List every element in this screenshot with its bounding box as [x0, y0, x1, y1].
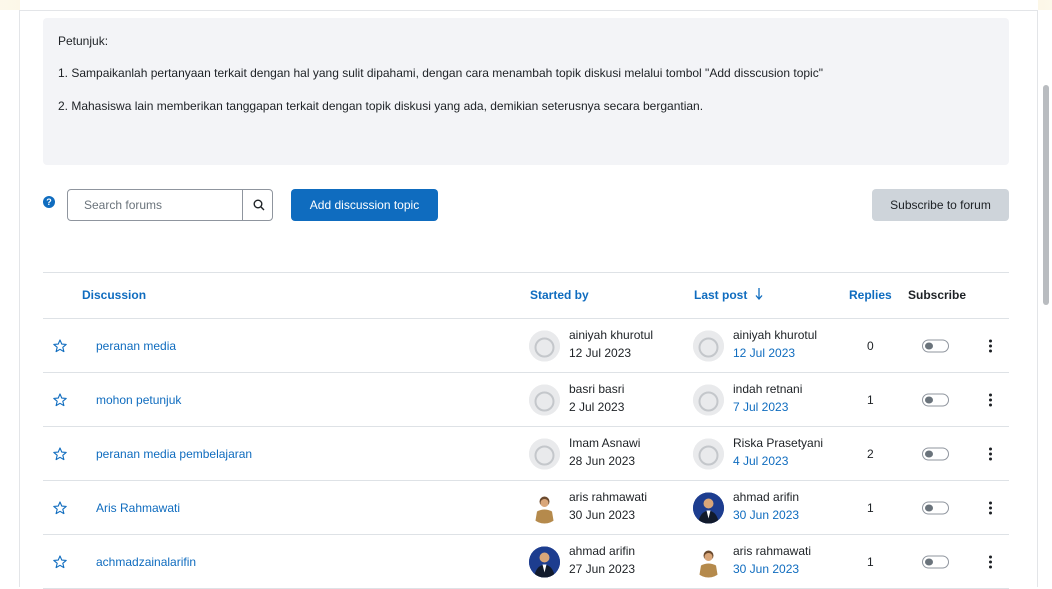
- started-by-name[interactable]: basri basri: [569, 382, 624, 396]
- last-post-date[interactable]: 30 Jun 2023: [733, 562, 799, 576]
- avatar-placeholder-icon: [529, 330, 560, 361]
- started-date: 2 Jul 2023: [569, 400, 625, 414]
- avatar[interactable]: [693, 492, 724, 523]
- kebab-menu-icon[interactable]: [989, 555, 993, 568]
- discussion-link[interactable]: mohon petunjuk: [96, 393, 181, 407]
- user-photo-icon: [693, 546, 724, 577]
- star-icon[interactable]: [53, 338, 67, 353]
- avatar-placeholder-icon: [693, 384, 724, 415]
- instructions-box: Petunjuk: 1. Sampaikanlah pertanyaan ter…: [43, 18, 1009, 165]
- avatar-placeholder-icon: [693, 330, 724, 361]
- discussion-link[interactable]: achmadzainalarifin: [96, 555, 196, 569]
- page-scrollbar[interactable]: [1043, 85, 1049, 305]
- search-icon: [253, 199, 264, 211]
- avatar-placeholder-icon: [529, 384, 560, 415]
- column-header-last-post[interactable]: Last post: [694, 288, 763, 302]
- instructions-heading: Petunjuk:: [58, 34, 109, 48]
- started-date: 27 Jun 2023: [569, 562, 636, 576]
- column-header-replies[interactable]: Replies: [849, 288, 892, 302]
- sort-down-icon: [755, 288, 763, 300]
- reply-count: 1: [867, 392, 874, 407]
- started-by-name[interactable]: ahmad arifin: [569, 544, 635, 558]
- table-top-divider: [43, 272, 1009, 273]
- table-row: achmadzainalarifin ahmad arifin 27 Jun 2…: [43, 535, 1009, 589]
- instruction-line-1: 1. Sampaikanlah pertanyaan terkait denga…: [58, 66, 823, 80]
- help-icon[interactable]: ?: [43, 196, 55, 208]
- avatar-placeholder-icon: [693, 438, 724, 469]
- avatar-placeholder-icon: [529, 438, 560, 469]
- avatar[interactable]: [693, 546, 724, 577]
- reply-count: 0: [867, 338, 874, 353]
- search-button[interactable]: [242, 190, 274, 220]
- table-row: Aris Rahmawati aris rahmawati 30 Jun 202…: [43, 481, 1009, 535]
- started-date: 28 Jun 2023: [569, 454, 636, 468]
- star-icon[interactable]: [53, 392, 67, 407]
- column-header-started-by[interactable]: Started by: [530, 288, 589, 302]
- last-post-author[interactable]: aris rahmawati: [733, 544, 811, 558]
- star-icon[interactable]: [53, 554, 67, 569]
- started-date: 30 Jun 2023: [569, 508, 636, 522]
- star-icon[interactable]: [53, 500, 67, 515]
- table-row: mohon petunjuk basri basri 2 Jul 2023 in…: [43, 373, 1009, 427]
- avatar[interactable]: [693, 330, 724, 361]
- toggle-knob: [925, 504, 933, 511]
- avatar[interactable]: [529, 438, 560, 469]
- last-post-author[interactable]: Riska Prasetyani: [733, 436, 823, 450]
- user-photo-icon: [529, 546, 560, 577]
- toggle-knob: [925, 450, 933, 457]
- started-by-name[interactable]: Imam Asnawi: [569, 436, 640, 450]
- last-post-date[interactable]: 7 Jul 2023: [733, 400, 788, 414]
- discussion-link[interactable]: peranan media: [96, 339, 176, 353]
- subscribe-toggle[interactable]: [922, 501, 949, 514]
- column-header-subscribe: Subscribe: [908, 288, 967, 302]
- started-by-name[interactable]: aris rahmawati: [569, 490, 647, 504]
- avatar[interactable]: [693, 384, 724, 415]
- last-post-author[interactable]: indah retnani: [733, 382, 802, 396]
- last-post-date[interactable]: 4 Jul 2023: [733, 454, 788, 468]
- subscribe-toggle[interactable]: [922, 393, 949, 406]
- kebab-menu-icon[interactable]: [989, 393, 993, 406]
- reply-count: 1: [867, 554, 874, 569]
- discussion-link[interactable]: Aris Rahmawati: [96, 501, 180, 515]
- subscribe-toggle[interactable]: [922, 555, 949, 568]
- toggle-knob: [925, 342, 933, 349]
- discussion-link[interactable]: peranan media pembelajaran: [96, 447, 252, 461]
- toggle-knob: [925, 396, 933, 403]
- table-row: peranan media pembelajaran Imam Asnawi 2…: [43, 427, 1009, 481]
- last-post-label: Last post: [694, 288, 748, 302]
- reply-count: 2: [867, 446, 874, 461]
- add-discussion-topic-button[interactable]: Add discussion topic: [291, 189, 438, 221]
- toggle-knob: [925, 558, 933, 565]
- search-input[interactable]: [69, 191, 240, 219]
- kebab-menu-icon[interactable]: [989, 501, 993, 514]
- avatar[interactable]: [529, 492, 560, 523]
- table-row: peranan media ainiyah khurotul 12 Jul 20…: [43, 319, 1009, 373]
- subscribe-toggle[interactable]: [922, 447, 949, 460]
- avatar[interactable]: [529, 546, 560, 577]
- user-photo-icon: [529, 492, 560, 523]
- avatar[interactable]: [529, 384, 560, 415]
- kebab-menu-icon[interactable]: [989, 447, 993, 460]
- last-post-date[interactable]: 12 Jul 2023: [733, 346, 795, 360]
- column-header-discussion[interactable]: Discussion: [82, 288, 146, 302]
- subscribe-toggle[interactable]: [922, 339, 949, 352]
- avatar[interactable]: [529, 330, 560, 361]
- search-forums: [67, 189, 273, 221]
- kebab-menu-icon[interactable]: [989, 339, 993, 352]
- user-photo-icon: [693, 492, 724, 523]
- subscribe-to-forum-button[interactable]: Subscribe to forum: [872, 189, 1009, 221]
- avatar[interactable]: [693, 438, 724, 469]
- last-post-author[interactable]: ahmad arifin: [733, 490, 799, 504]
- instruction-line-2: 2. Mahasiswa lain memberikan tanggapan t…: [58, 99, 704, 113]
- started-by-name[interactable]: ainiyah khurotul: [569, 328, 653, 342]
- last-post-author[interactable]: ainiyah khurotul: [733, 328, 817, 342]
- last-post-date[interactable]: 30 Jun 2023: [733, 508, 799, 522]
- star-icon[interactable]: [53, 446, 67, 461]
- started-date: 12 Jul 2023: [569, 346, 632, 360]
- reply-count: 1: [867, 500, 874, 515]
